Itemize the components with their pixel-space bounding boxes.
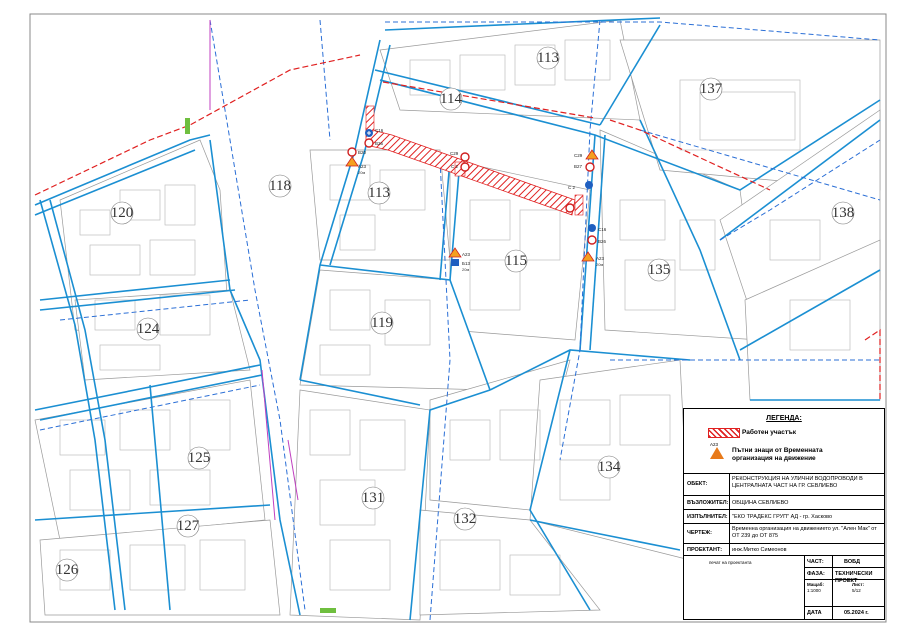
- sign-label: C29: [574, 153, 583, 158]
- quarter-number: 126: [56, 562, 79, 578]
- stamp-row: печат на проектанта ЧАСТ: ВОБД ФАЗА: ТЕХ…: [684, 555, 884, 620]
- sign-prohibitory-icon: [347, 147, 357, 157]
- quarter-marker: 126: [55, 558, 79, 582]
- drawing-key: ЧЕРТЕЖ:: [687, 530, 712, 536]
- sign-prohibitory-icon: [587, 235, 597, 245]
- warning-sign-icon: [710, 447, 724, 459]
- quarter-number: 138: [832, 205, 855, 221]
- drawing-row: ЧЕРТЕЖ: Временна организация на движение…: [684, 523, 884, 543]
- sign-mandatory-icon: [365, 129, 373, 137]
- object-key: ОБЕКТ:: [687, 481, 708, 487]
- legend-work-zone-label: Работен участък: [742, 429, 797, 436]
- sign-label: A23: [596, 256, 605, 261]
- sign-label: B26: [375, 141, 384, 146]
- quarter-marker: 120: [110, 201, 134, 225]
- quarter-marker: 113: [367, 181, 391, 205]
- legend-sign-code: A23: [710, 442, 719, 447]
- quarter-number: 134: [598, 459, 621, 475]
- part-key: ЧАСТ:: [807, 559, 824, 565]
- sign-label: B26: [598, 239, 607, 244]
- quarter-marker: 138: [831, 201, 855, 225]
- sign-label: Б13: [462, 261, 470, 266]
- quarter-number: 124: [137, 321, 160, 337]
- sheet-value: 5/12: [852, 588, 861, 593]
- sign-label: 20м: [358, 170, 365, 175]
- scale-value: 1:1000: [807, 588, 821, 593]
- quarter-marker: 119: [370, 311, 394, 335]
- quarter-marker: 132: [453, 507, 477, 531]
- object-row: ОБЕКТ: РЕКОНСТРУКЦИЯ НА УЛИЧНИ ВОДОПРОВО…: [684, 473, 884, 495]
- quarter-number: 125: [188, 450, 211, 466]
- designer-row: ПРОЕКТАНТ: инж.Митко Симеонов: [684, 543, 884, 555]
- quarter-marker: 135: [647, 258, 671, 282]
- sign-label: B27: [574, 164, 583, 169]
- client-row: ВЪЗЛОЖИТЕЛ: ОБЩИНА СЕВЛИЕВО: [684, 495, 884, 509]
- date-value: 05.2024 г.: [844, 610, 869, 616]
- title-block: ЛЕГЕНДА: Работен участък A23 Пътни знаци…: [683, 408, 885, 620]
- sign-mandatory-icon: [588, 224, 596, 232]
- sign-prohibitory-icon: [565, 203, 575, 213]
- sign-label: 20м: [596, 262, 603, 267]
- legend-work-zone-swatch: [708, 428, 740, 438]
- sign-label: A23: [358, 164, 367, 169]
- quarter-number: 113: [537, 50, 559, 66]
- object-value: РЕКОНСТРУКЦИЯ НА УЛИЧНИ ВОДОПРОВОДИ В ЦЕ…: [732, 476, 863, 489]
- quarter-number: 131: [362, 490, 385, 506]
- quarter-marker: 127: [176, 514, 200, 538]
- quarter-marker: 125: [187, 446, 211, 470]
- quarter-number: 127: [177, 518, 200, 534]
- sign-label: C 2: [568, 185, 576, 190]
- quarter-marker: 115: [504, 249, 528, 273]
- quarter-marker: 134: [597, 455, 621, 479]
- quarter-marker: 118: [268, 174, 292, 198]
- contractor-value: "ЕКО ТРАДЕКС ГРУП" АД - гр. Хасково: [732, 514, 833, 520]
- drawing-value: Временна организация на движението ул. "…: [732, 526, 877, 539]
- sign-label: 20м: [462, 267, 469, 272]
- sign-mandatory-icon: [451, 259, 459, 266]
- sign-label: C16: [598, 227, 607, 232]
- quarter-number: 118: [269, 178, 291, 194]
- sheet-key: Лист:: [852, 582, 865, 587]
- phase-key: ФАЗА:: [807, 571, 825, 577]
- quarter-marker: 113: [536, 46, 560, 70]
- quarter-number: 137: [700, 81, 723, 97]
- sign-prohibitory-icon: [364, 138, 374, 148]
- quarter-number: 114: [440, 91, 462, 107]
- sign-label: C29: [450, 151, 459, 156]
- sign-label: C 2: [451, 164, 459, 169]
- date-key: ДАТА: [807, 610, 822, 616]
- quarter-marker: 137: [699, 77, 723, 101]
- sign-mandatory-icon: [585, 181, 593, 189]
- client-value: ОБЩИНА СЕВЛИЕВО: [732, 500, 789, 506]
- legend-signs-label-2: организация на движение: [732, 455, 816, 462]
- quarter-marker: 114: [439, 87, 462, 111]
- sign-prohibitory-icon: [460, 152, 470, 162]
- quarter-number: 113: [368, 185, 390, 201]
- legend-title: ЛЕГЕНДА:: [766, 415, 802, 422]
- sign-prohibitory-icon: [460, 162, 470, 172]
- quarter-number: 119: [371, 315, 393, 331]
- quarter-number: 120: [111, 205, 134, 221]
- designer-value: инж.Митко Симеонов: [732, 547, 787, 553]
- quarter-number: 132: [454, 511, 477, 527]
- part-value: ВОБД: [844, 559, 860, 565]
- quarter-marker: 124: [136, 317, 160, 341]
- legend-signs-label-1: Пътни знаци от Временната: [732, 447, 823, 454]
- sign-label: B20: [358, 150, 367, 155]
- client-key: ВЪЗЛОЖИТЕЛ:: [687, 500, 729, 506]
- contractor-row: ИЗПЪЛНИТЕЛ: "ЕКО ТРАДЕКС ГРУП" АД - гр. …: [684, 509, 884, 523]
- sign-prohibitory-icon: [585, 162, 595, 172]
- contractor-key: ИЗПЪЛНИТЕЛ:: [687, 514, 728, 520]
- sign-label: A23: [462, 252, 471, 257]
- quarter-number: 135: [648, 262, 671, 278]
- designer-key: ПРОЕКТАНТ:: [687, 547, 723, 553]
- quarter-number: 115: [505, 253, 527, 269]
- quarter-marker: 131: [361, 486, 385, 510]
- scale-key: Мащаб:: [807, 582, 824, 587]
- sign-label: C16: [375, 128, 384, 133]
- stamp-label: печат на проектанта: [709, 560, 752, 565]
